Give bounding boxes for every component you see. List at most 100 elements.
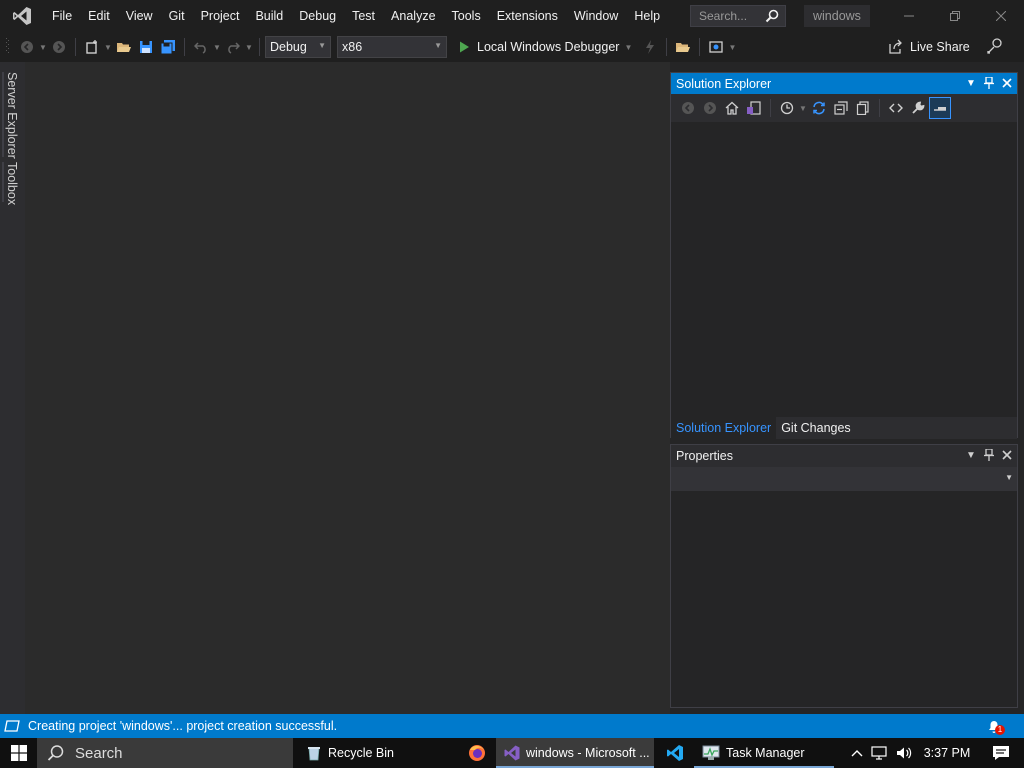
vscode-icon <box>667 745 683 761</box>
tab-git-changes[interactable]: Git Changes <box>776 417 855 439</box>
hot-reload-icon[interactable] <box>639 36 661 58</box>
taskbar-task-manager[interactable]: Task Manager <box>694 738 834 768</box>
tab-toolbox[interactable]: Toolbox <box>5 162 19 205</box>
properties-wrench-icon[interactable] <box>907 97 929 119</box>
solution-configuration-select[interactable]: Debug ▼ <box>265 36 331 58</box>
open-folder-icon[interactable] <box>113 36 135 58</box>
minimize-button[interactable] <box>886 0 932 32</box>
tab-server-explorer[interactable]: Server Explorer <box>5 72 19 159</box>
visual-studio-icon <box>504 745 520 761</box>
window-position-icon[interactable]: ▼ <box>963 75 979 91</box>
chevron-down-icon[interactable]: ▼ <box>623 43 633 52</box>
menu-project[interactable]: Project <box>193 0 248 32</box>
save-icon[interactable] <box>135 36 157 58</box>
search-input[interactable]: Search... <box>690 5 786 27</box>
status-bar: Creating project 'windows'... project cr… <box>0 714 1024 738</box>
sync-icon[interactable] <box>808 97 830 119</box>
menu-git[interactable]: Git <box>161 0 193 32</box>
properties-panel: Properties ▼ ▼ <box>670 444 1018 708</box>
properties-object-select[interactable]: ▼ <box>671 467 1017 491</box>
feedback-icon[interactable] <box>986 37 1004 58</box>
solution-platform-select[interactable]: x86 ▼ <box>337 36 447 58</box>
save-all-icon[interactable] <box>157 36 179 58</box>
view-code-icon[interactable] <box>885 97 907 119</box>
tray-overflow-chevron-up-icon[interactable] <box>846 749 868 757</box>
show-all-files-icon[interactable] <box>852 97 874 119</box>
toolbar-separator <box>75 38 76 56</box>
chevron-down-icon[interactable]: ▼ <box>212 43 222 52</box>
live-share-label: Live Share <box>910 40 970 54</box>
chevron-down-icon[interactable]: ▼ <box>38 43 48 52</box>
debugger-label: Local Windows Debugger <box>477 40 620 54</box>
clock-time[interactable]: 3:37 PM <box>916 746 978 760</box>
navigate-forward-icon[interactable] <box>48 36 70 58</box>
menu-extensions[interactable]: Extensions <box>489 0 566 32</box>
preview-selected-items-icon[interactable] <box>929 97 951 119</box>
taskbar-visual-studio[interactable]: windows - Microsoft ... <box>496 738 654 768</box>
menu-debug[interactable]: Debug <box>291 0 344 32</box>
pin-icon[interactable] <box>981 447 997 463</box>
undo-icon[interactable] <box>190 36 212 58</box>
taskbar-search-box[interactable]: Search <box>37 738 293 768</box>
tab-solution-explorer[interactable]: Solution Explorer <box>671 417 777 439</box>
platform-value: x86 <box>342 40 363 54</box>
pin-icon[interactable] <box>981 75 997 91</box>
switch-views-icon[interactable] <box>743 97 765 119</box>
close-button[interactable] <box>978 0 1024 32</box>
close-icon[interactable] <box>999 75 1015 91</box>
collapse-all-icon[interactable] <box>830 97 852 119</box>
back-icon[interactable] <box>677 97 699 119</box>
menu-test[interactable]: Test <box>344 0 383 32</box>
menu-window[interactable]: Window <box>566 0 626 32</box>
solution-explorer-title: Solution Explorer <box>676 76 772 91</box>
taskbar-recycle-bin[interactable]: Recycle Bin <box>298 738 456 768</box>
minimize-icon <box>904 15 914 17</box>
windows-taskbar: Search Recycle Bin windows - Microsoft .… <box>0 738 1024 768</box>
restore-button[interactable] <box>932 0 978 32</box>
solution-tree[interactable] <box>671 122 1017 418</box>
toolbar-separator <box>879 99 880 117</box>
live-share-icon <box>889 39 902 54</box>
search-placeholder: Search... <box>699 9 748 23</box>
toolbar-overflow-icon[interactable]: ▼ <box>727 43 737 52</box>
new-project-icon[interactable] <box>81 36 103 58</box>
window-position-icon[interactable]: ▼ <box>963 447 979 463</box>
start-debugging-button[interactable]: Local Windows Debugger ▼ <box>453 36 637 58</box>
task-label: Recycle Bin <box>328 746 394 760</box>
chevron-down-icon[interactable]: ▼ <box>103 43 113 52</box>
chevron-down-icon: ▼ <box>434 41 442 50</box>
menu-help[interactable]: Help <box>626 0 668 32</box>
chevron-down-icon[interactable]: ▼ <box>798 104 808 113</box>
notification-count-badge: 1 <box>995 725 1005 735</box>
forward-icon[interactable] <box>699 97 721 119</box>
menu-view[interactable]: View <box>118 0 161 32</box>
home-icon[interactable] <box>721 97 743 119</box>
toolbar-separator <box>666 38 668 56</box>
start-button[interactable] <box>0 738 37 768</box>
taskbar-vscode[interactable] <box>656 738 692 768</box>
live-share-button[interactable]: Live Share <box>888 36 970 58</box>
network-icon[interactable] <box>868 746 892 760</box>
menu-build[interactable]: Build <box>247 0 291 32</box>
action-center-icon[interactable] <box>978 745 1024 761</box>
toolbar-separator <box>699 38 701 56</box>
menu-file[interactable]: File <box>44 0 80 32</box>
open-folder-icon[interactable] <box>672 36 694 58</box>
windows-logo-icon <box>10 745 27 761</box>
volume-icon[interactable] <box>892 746 916 760</box>
play-icon <box>460 41 469 53</box>
screenshot-icon[interactable] <box>705 36 727 58</box>
status-message: Creating project 'windows'... project cr… <box>28 719 338 733</box>
pending-changes-filter-icon[interactable] <box>776 97 798 119</box>
menu-edit[interactable]: Edit <box>80 0 118 32</box>
chevron-down-icon[interactable]: ▼ <box>244 43 254 52</box>
navigate-back-icon[interactable] <box>16 36 38 58</box>
menu-analyze[interactable]: Analyze <box>383 0 443 32</box>
editor-area[interactable] <box>25 62 670 714</box>
notifications-button[interactable]: 1 <box>986 718 1005 737</box>
solution-explorer-tab-strip: Solution Explorer Git Changes <box>671 417 1017 439</box>
close-icon[interactable] <box>999 447 1015 463</box>
taskbar-firefox[interactable] <box>458 738 494 768</box>
menu-tools[interactable]: Tools <box>444 0 489 32</box>
redo-icon[interactable] <box>222 36 244 58</box>
